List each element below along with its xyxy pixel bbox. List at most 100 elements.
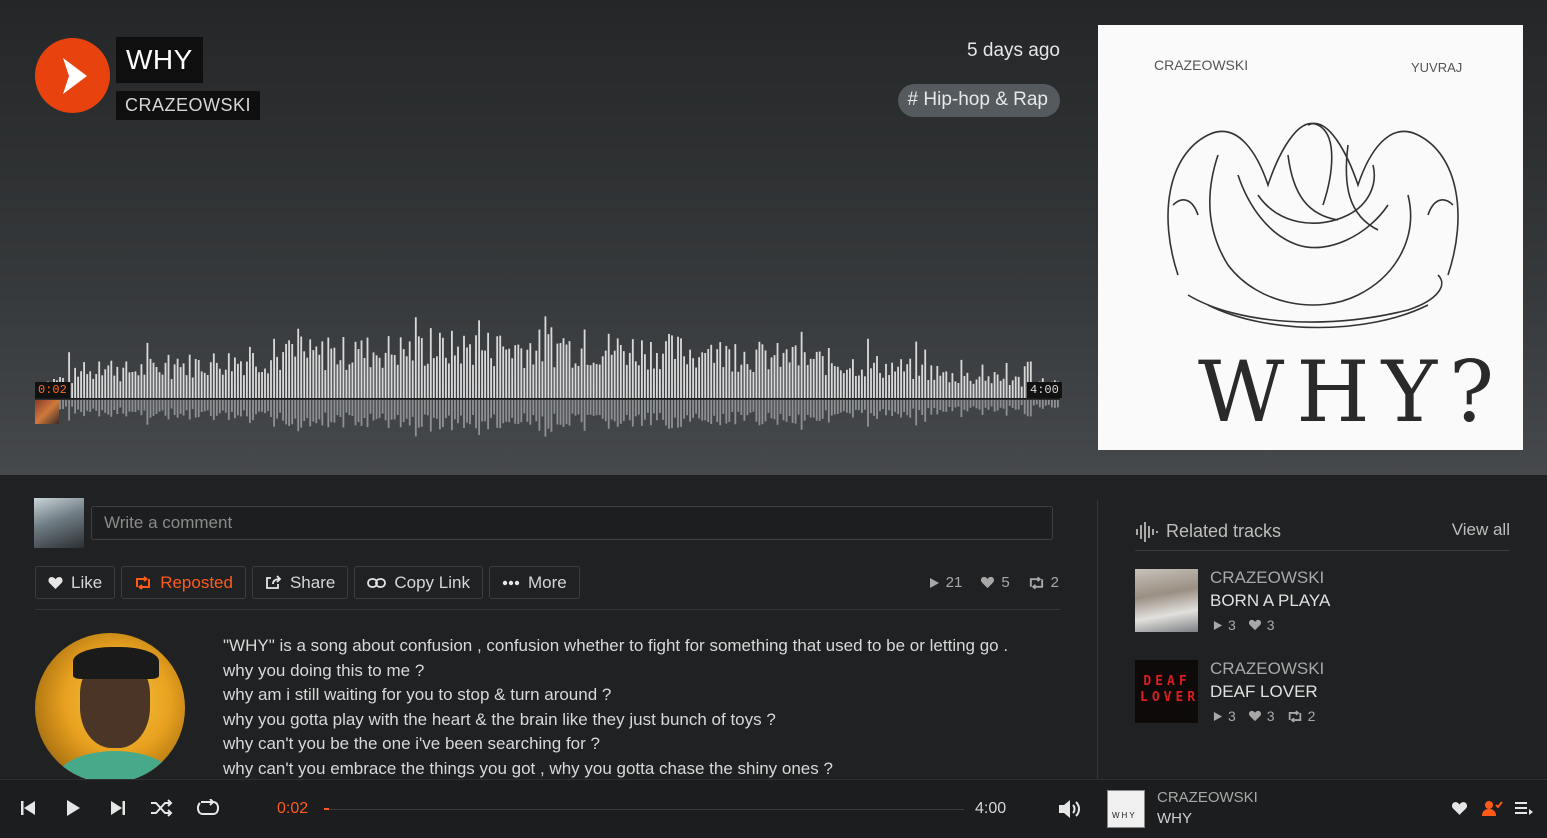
waveform-bar-reflection	[906, 400, 909, 416]
waveform-bar	[821, 356, 824, 398]
waveform-bar	[852, 359, 854, 398]
description-line: why can't you embrace the things you got…	[223, 758, 833, 778]
genre-tag[interactable]: # Hip-hop & Rap	[897, 84, 1060, 117]
like-button[interactable]: Like	[35, 566, 116, 599]
waveform-bar-reflection	[68, 400, 71, 421]
related-track-title[interactable]: DEAF LOVER	[1210, 682, 1318, 702]
waveform-bar-reflection	[538, 400, 541, 431]
next-icon[interactable]	[110, 799, 126, 817]
waveform-bar	[224, 369, 227, 398]
waveform-bar	[885, 363, 887, 398]
waveform-bar-reflection	[315, 400, 318, 424]
related-plays-count: 3	[1228, 708, 1236, 724]
waveform-bar	[333, 347, 336, 398]
repost-icon	[136, 575, 151, 590]
related-track-artist[interactable]: CRAZEOWSKI	[1210, 659, 1324, 679]
waveform-bar	[580, 348, 583, 398]
artist-avatar[interactable]	[35, 633, 185, 783]
waveform-bar	[402, 349, 405, 398]
waveform-bar-reflection	[1047, 400, 1050, 405]
more-button[interactable]: More	[488, 566, 580, 599]
waveform-bar	[824, 375, 827, 398]
waveform-bar	[249, 346, 251, 398]
queue-icon[interactable]	[1514, 800, 1534, 817]
waveform-bar-reflection	[146, 400, 149, 425]
related-track-title[interactable]: BORN A PLAYA	[1210, 591, 1330, 611]
repost-label: Reposted	[160, 572, 233, 592]
waveform-bar	[601, 356, 604, 398]
waveform-bar-reflection	[276, 400, 279, 419]
shuffle-icon[interactable]	[150, 799, 174, 817]
waveform-time-total: 4:00	[1027, 382, 1062, 398]
waveform-bar-reflection	[818, 400, 821, 421]
waveform-comment-avatar[interactable]	[35, 400, 59, 424]
previous-icon[interactable]	[20, 799, 36, 817]
waveform-bar	[704, 353, 707, 398]
waveform-bar-reflection	[414, 400, 417, 437]
repost-button[interactable]: Reposted	[121, 566, 246, 599]
waveform-bar	[1020, 386, 1023, 398]
waveform-bar	[827, 348, 830, 398]
related-track-item[interactable]: DEAF LOVER CRAZEOWSKI DEAF LOVER 3 3 2	[1135, 659, 1515, 724]
waveform-bar	[342, 337, 345, 398]
waveform-bar-reflection	[122, 400, 125, 414]
waveform-bar-reflection	[683, 400, 686, 419]
waveform-bar	[547, 334, 550, 398]
player-cover-thumbnail[interactable]: WHY	[1107, 790, 1145, 828]
waveform-bar	[372, 352, 375, 398]
waveform-bar	[746, 364, 749, 398]
waveform-bar-reflection	[460, 400, 462, 416]
waveform-bar-reflection	[613, 400, 616, 422]
waveform-bar	[354, 341, 357, 398]
waveform-bar	[511, 358, 514, 398]
waveform-bar-reflection	[864, 400, 866, 410]
comment-input[interactable]	[91, 506, 1053, 540]
waveform-bar	[520, 348, 523, 398]
waveform-bar-reflection	[264, 400, 266, 414]
waveform-bar	[1005, 363, 1008, 398]
waveform-bar-reflection	[870, 400, 872, 414]
waveform-bar-reflection	[206, 400, 209, 411]
player-track[interactable]: WHY	[1157, 810, 1192, 827]
share-button[interactable]: Share	[251, 566, 349, 599]
artist-name-link[interactable]: CRAZEOWSKI	[116, 91, 261, 120]
waveform-bar-reflection	[930, 400, 933, 415]
waveform-bar-reflection	[731, 400, 734, 412]
following-icon[interactable]	[1481, 799, 1503, 817]
waveform-bar-reflection	[939, 400, 942, 410]
waveform-bar-reflection	[963, 400, 966, 410]
copy-link-label: Copy Link	[394, 572, 470, 592]
related-likes-count: 3	[1266, 708, 1275, 724]
volume-icon[interactable]	[1057, 798, 1081, 820]
waveform-bar-reflection	[234, 400, 236, 419]
waveform-bar	[215, 362, 218, 398]
repeat-icon[interactable]	[196, 799, 220, 817]
waveform-bar-reflection	[662, 400, 664, 420]
waveform-bar	[707, 349, 710, 398]
copy-link-button[interactable]: Copy Link	[354, 566, 483, 599]
waveform[interactable]	[35, 300, 1060, 440]
waveform-bar-reflection	[897, 400, 900, 415]
related-view-all-link[interactable]: View all	[1452, 520, 1510, 540]
play-button[interactable]	[35, 38, 110, 113]
related-track-artist[interactable]: CRAZEOWSKI	[1210, 568, 1324, 588]
related-track-item[interactable]: CRAZEOWSKI BORN A PLAYA 3 3	[1135, 568, 1515, 633]
player-artist[interactable]: CRAZEOWSKI	[1157, 789, 1258, 806]
waveform-bar	[728, 349, 731, 398]
waveform-bar	[134, 371, 137, 398]
waveform-bar-reflection	[653, 400, 655, 414]
waveform-bar	[999, 380, 1002, 398]
waveform-bar	[303, 351, 306, 398]
waveform-bar-reflection	[451, 400, 453, 431]
player-play-icon[interactable]	[65, 799, 81, 817]
waveform-bar	[279, 369, 282, 398]
waveform-bar-reflection	[598, 400, 601, 416]
waveform-bar	[912, 379, 915, 398]
waveform-bar-reflection	[794, 400, 797, 424]
waveform-bar-reflection	[631, 400, 634, 427]
progress-bar[interactable]	[324, 808, 964, 810]
waveform-bar	[716, 349, 719, 398]
waveform-bar-reflection	[182, 400, 185, 416]
waveform-bar	[502, 346, 505, 398]
player-like-icon[interactable]	[1451, 801, 1468, 816]
